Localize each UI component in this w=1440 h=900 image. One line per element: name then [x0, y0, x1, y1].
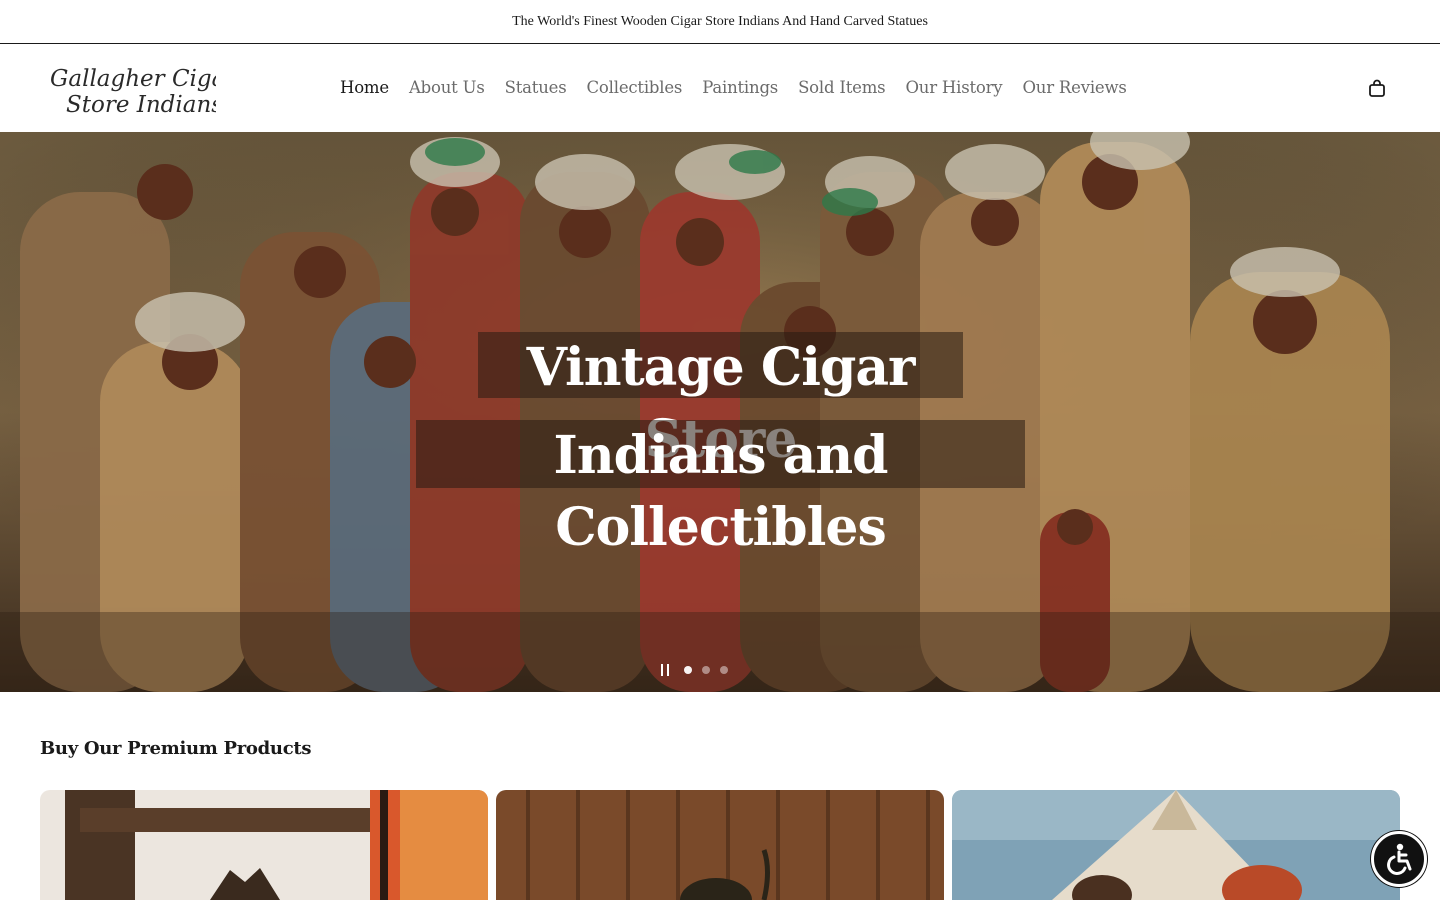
logo-line2: Store Indians [66, 92, 216, 116]
nav-home[interactable]: Home [330, 78, 399, 97]
slide-dot-2[interactable] [702, 666, 710, 674]
products-section-title: Buy Our Premium Products [40, 738, 312, 759]
slide-dot-1[interactable] [684, 666, 692, 674]
hero-title-line1: Vintage Cigar Store [478, 332, 963, 470]
hero-title-line2: Indians and Collectibles [416, 420, 1025, 558]
product-card[interactable] [40, 790, 488, 900]
nav-collectibles[interactable]: Collectibles [577, 78, 693, 97]
slider-controls [656, 662, 728, 678]
hero-slideshow: Vintage Cigar Store Indians and Collecti… [0, 132, 1440, 692]
site-header: Gallagher Cigar Store Indians Home About… [0, 44, 1440, 131]
shopping-bag-icon [1369, 79, 1385, 97]
product-image [40, 790, 488, 900]
nav-our-reviews[interactable]: Our Reviews [1012, 78, 1136, 97]
hero-title: Vintage Cigar Store Indians and Collecti… [408, 332, 1033, 558]
site-logo[interactable]: Gallagher Cigar Store Indians [46, 62, 216, 116]
announcement-bar: The World's Finest Wooden Cigar Store In… [0, 0, 1440, 44]
product-grid [40, 790, 1400, 900]
logo-line1: Gallagher Cigar [50, 66, 216, 92]
pause-icon[interactable] [656, 662, 674, 678]
main-nav: Home About Us Statues Collectibles Paint… [330, 44, 1137, 131]
announcement-text: The World's Finest Wooden Cigar Store In… [512, 13, 928, 29]
nav-our-history[interactable]: Our History [895, 78, 1012, 97]
nav-paintings[interactable]: Paintings [692, 78, 788, 97]
nav-sold-items[interactable]: Sold Items [788, 78, 895, 97]
product-image [952, 790, 1400, 900]
product-card[interactable] [952, 790, 1400, 900]
logo-wordmark: Gallagher Cigar Store Indians [50, 66, 216, 116]
cart-button[interactable] [1364, 76, 1390, 102]
product-card[interactable] [496, 790, 944, 900]
product-image [496, 790, 944, 900]
nav-statues[interactable]: Statues [495, 78, 577, 97]
nav-about-us[interactable]: About Us [399, 78, 495, 97]
slide-dot-3[interactable] [720, 666, 728, 674]
wheelchair-icon [1387, 843, 1412, 875]
accessibility-button[interactable] [1371, 831, 1427, 887]
